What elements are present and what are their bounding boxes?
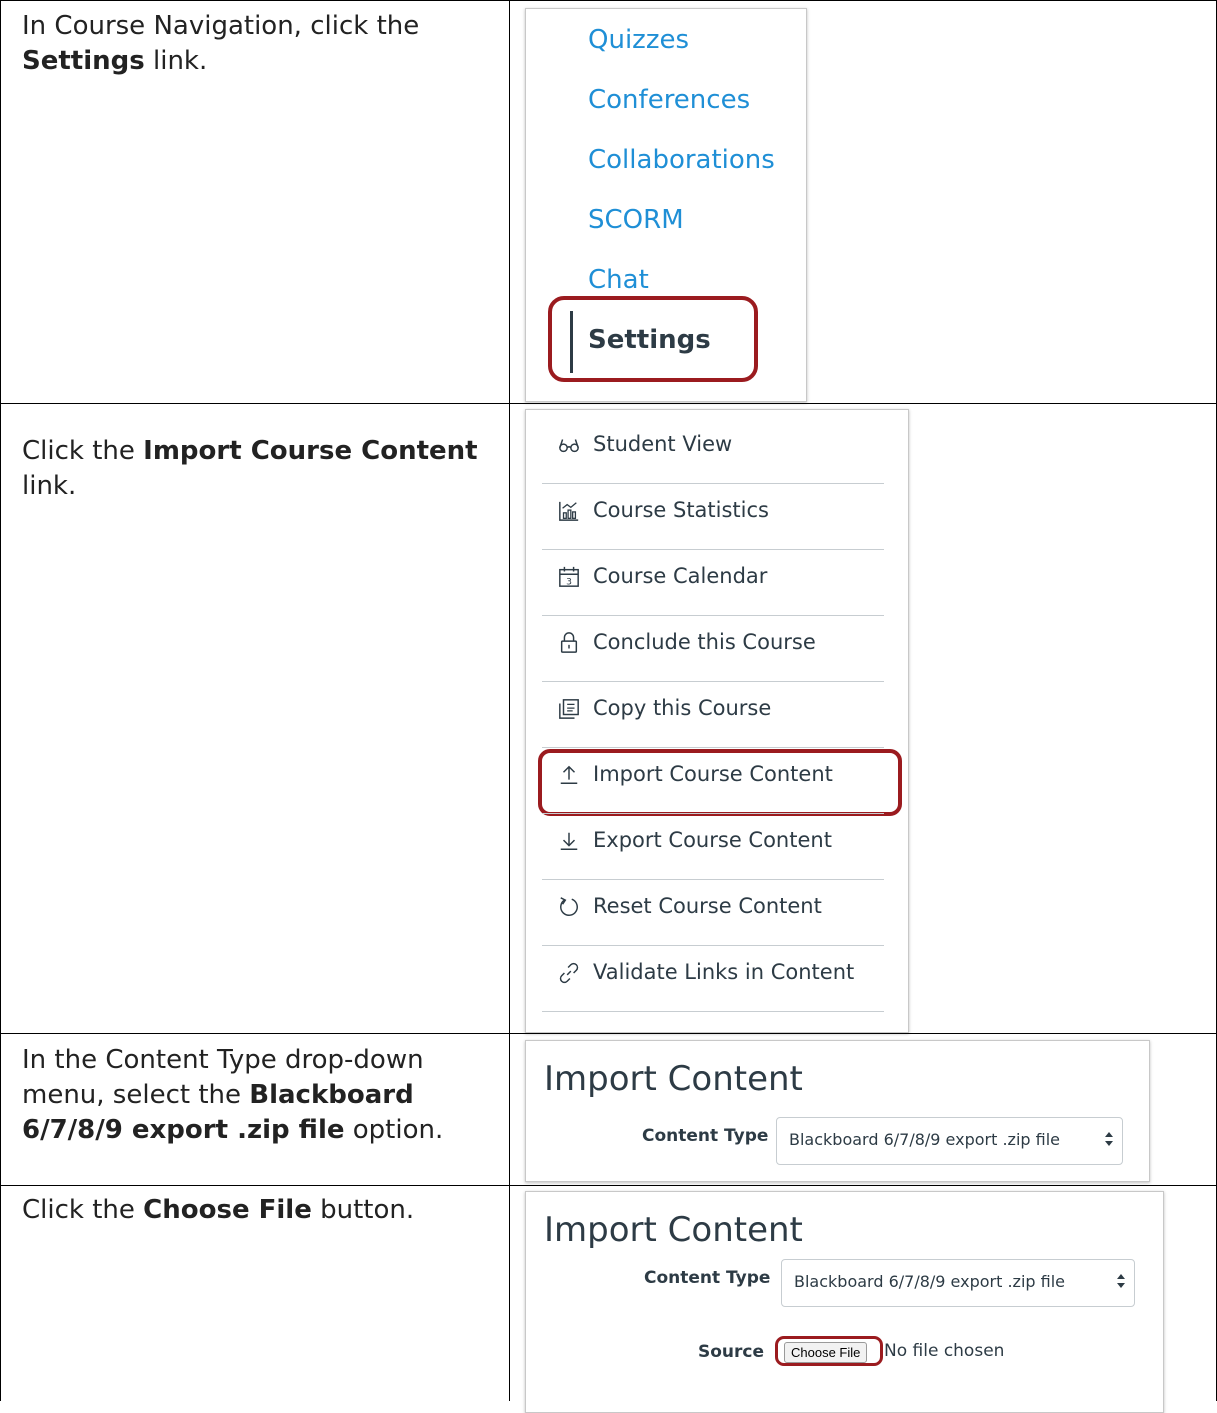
glasses-icon bbox=[559, 439, 579, 453]
chart-icon bbox=[559, 501, 579, 521]
download-icon bbox=[560, 832, 578, 850]
menu-item-label: Course Statistics bbox=[593, 498, 769, 522]
page-title: Import Content bbox=[544, 1059, 803, 1099]
instruction-step-1: In Course Navigation, click the Settings… bbox=[22, 11, 420, 76]
import-highlight-box bbox=[538, 749, 902, 816]
menu-item-label: Course Calendar bbox=[593, 564, 768, 588]
table-border-top bbox=[0, 0, 1217, 1]
menu-item-conclude-course[interactable]: Conclude this Course bbox=[542, 616, 884, 681]
menu-item-label: Student View bbox=[593, 432, 733, 456]
content-type-select[interactable]: Blackboard 6/7/8/9 export .zip file bbox=[781, 1259, 1135, 1307]
menu-item-label: Validate Links in Content bbox=[593, 960, 855, 984]
menu-item-label: Reset Course Content bbox=[593, 894, 822, 918]
svg-text:3: 3 bbox=[566, 576, 572, 587]
menu-item-course-statistics[interactable]: Course Statistics bbox=[542, 484, 884, 549]
lock-icon bbox=[560, 632, 578, 653]
row-divider bbox=[0, 403, 1217, 404]
menu-item-reset-course-content[interactable]: Reset Course Content bbox=[542, 880, 884, 945]
source-label: Source bbox=[698, 1342, 765, 1362]
course-navigation-panel: Quizzes Conferences Collaborations SCORM… bbox=[525, 8, 807, 402]
nav-link-scorm[interactable]: SCORM bbox=[588, 205, 684, 235]
instruction-step-2: Click the Import Course Content link. bbox=[22, 436, 478, 501]
menu-item-label: Export Course Content bbox=[593, 828, 832, 852]
menu-divider bbox=[542, 1011, 884, 1012]
instruction-step-4: Click the Choose File button. bbox=[22, 1195, 415, 1225]
menu-item-validate-links[interactable]: Validate Links in Content bbox=[542, 946, 884, 1011]
nav-link-quizzes[interactable]: Quizzes bbox=[588, 25, 689, 55]
row-divider bbox=[0, 1185, 1217, 1186]
content-type-select[interactable]: Blackboard 6/7/8/9 export .zip file bbox=[776, 1117, 1123, 1165]
settings-sidebar-panel: Student View Course Statistics 3 Course … bbox=[525, 409, 909, 1033]
nav-link-conferences[interactable]: Conferences bbox=[588, 85, 750, 115]
page-title: Import Content bbox=[544, 1210, 803, 1250]
nav-link-chat[interactable]: Chat bbox=[588, 265, 649, 295]
content-type-label: Content Type bbox=[644, 1268, 771, 1288]
calendar-icon: 3 bbox=[559, 566, 579, 587]
table-column-divider bbox=[509, 0, 510, 1401]
menu-item-copy-course[interactable]: Copy this Course bbox=[542, 682, 884, 747]
menu-item-student-view[interactable]: Student View bbox=[542, 418, 884, 483]
content-type-selected-value: Blackboard 6/7/8/9 export .zip file bbox=[789, 1130, 1061, 1149]
row-divider bbox=[0, 1033, 1217, 1034]
no-file-chosen-text: No file chosen bbox=[884, 1341, 1005, 1361]
table-border-left bbox=[0, 0, 1, 1401]
content-type-selected-value: Blackboard 6/7/8/9 export .zip file bbox=[794, 1272, 1066, 1291]
copy-icon bbox=[559, 699, 579, 719]
menu-item-course-calendar[interactable]: 3 Course Calendar bbox=[542, 550, 884, 615]
reset-icon bbox=[560, 897, 578, 916]
link-icon bbox=[559, 962, 579, 984]
menu-item-export-course-content[interactable]: Export Course Content bbox=[542, 814, 884, 879]
select-arrows-icon bbox=[1117, 1274, 1125, 1288]
import-content-panel-2: Import Content Content Type Blackboard 6… bbox=[525, 1191, 1164, 1413]
choose-file-highlight-box bbox=[775, 1336, 883, 1366]
content-type-label: Content Type bbox=[642, 1126, 769, 1146]
menu-item-label: Copy this Course bbox=[593, 696, 772, 720]
menu-item-label: Conclude this Course bbox=[593, 630, 816, 654]
nav-link-collaborations[interactable]: Collaborations bbox=[588, 145, 775, 175]
select-arrows-icon bbox=[1105, 1132, 1113, 1146]
settings-highlight-box bbox=[548, 296, 758, 382]
import-content-panel-1: Import Content Content Type Blackboard 6… bbox=[525, 1040, 1150, 1182]
instruction-step-3: In the Content Type drop-down menu, sele… bbox=[22, 1045, 444, 1145]
